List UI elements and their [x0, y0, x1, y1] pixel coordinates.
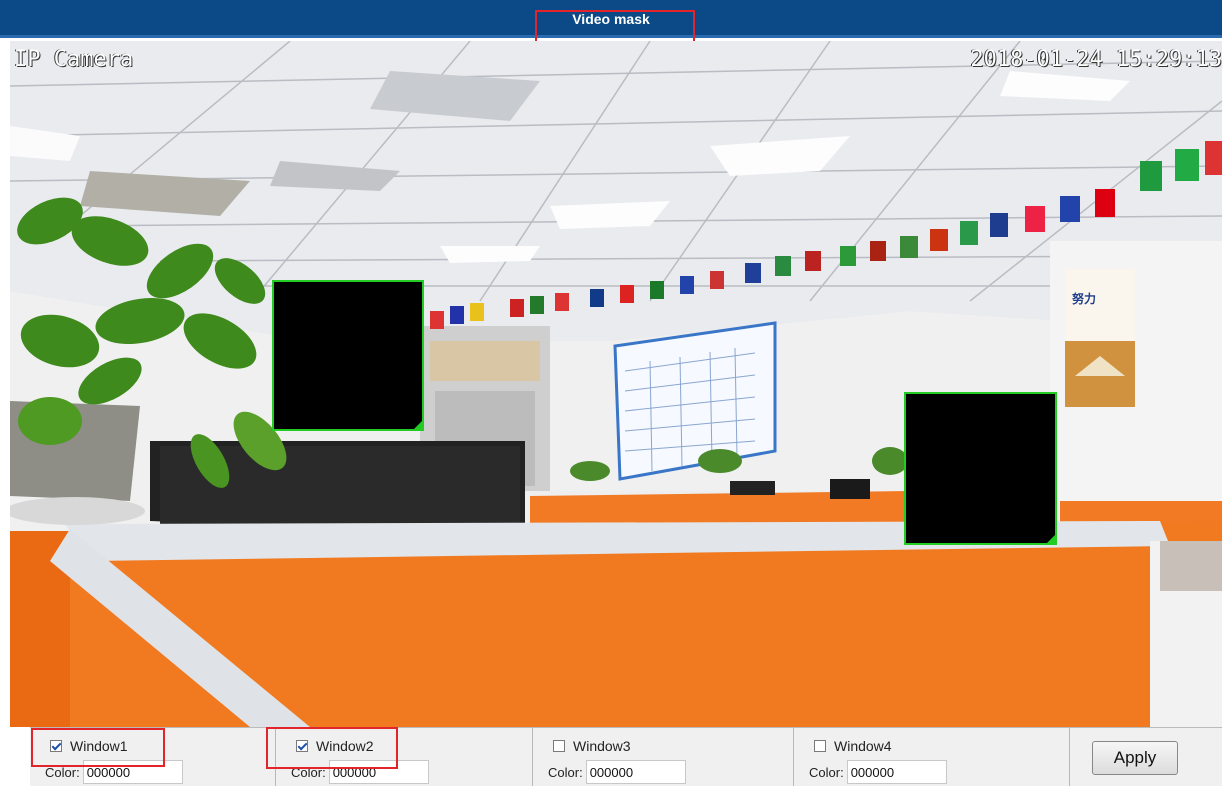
- video-preview[interactable]: 努力 IP Camera 2018-01-24 15:29:13: [10, 41, 1222, 727]
- window3-label: Window3: [573, 738, 631, 754]
- poster-text: 努力: [1072, 291, 1096, 306]
- window4-cell: Window4 Color:: [794, 728, 1070, 786]
- window3-color-input[interactable]: [585, 760, 686, 784]
- window4-color-input[interactable]: [846, 760, 947, 784]
- window4-checkbox[interactable]: [814, 740, 826, 752]
- window3-checkbox[interactable]: [553, 740, 565, 752]
- window4-label: Window4: [834, 738, 892, 754]
- resize-handle[interactable]: [414, 421, 422, 429]
- osd-timestamp: 2018-01-24 15:29:13: [970, 47, 1222, 72]
- resize-handle[interactable]: [1047, 535, 1055, 543]
- window2-highlight-box: [266, 727, 398, 769]
- apply-button[interactable]: Apply: [1092, 741, 1178, 775]
- mask-window-2[interactable]: [904, 392, 1057, 545]
- osd-camera-label: IP Camera: [14, 47, 134, 72]
- mask-controls-panel: Window1 Color: Window2 Color: Window3 Co…: [30, 727, 1222, 786]
- camera-scene: 努力: [10, 41, 1222, 727]
- window3-color-label: Color:: [548, 764, 583, 780]
- window4-color-label: Color:: [809, 764, 844, 780]
- window1-highlight-box: [31, 728, 165, 767]
- mask-window-1[interactable]: [272, 280, 424, 431]
- window3-cell: Window3 Color:: [533, 728, 794, 786]
